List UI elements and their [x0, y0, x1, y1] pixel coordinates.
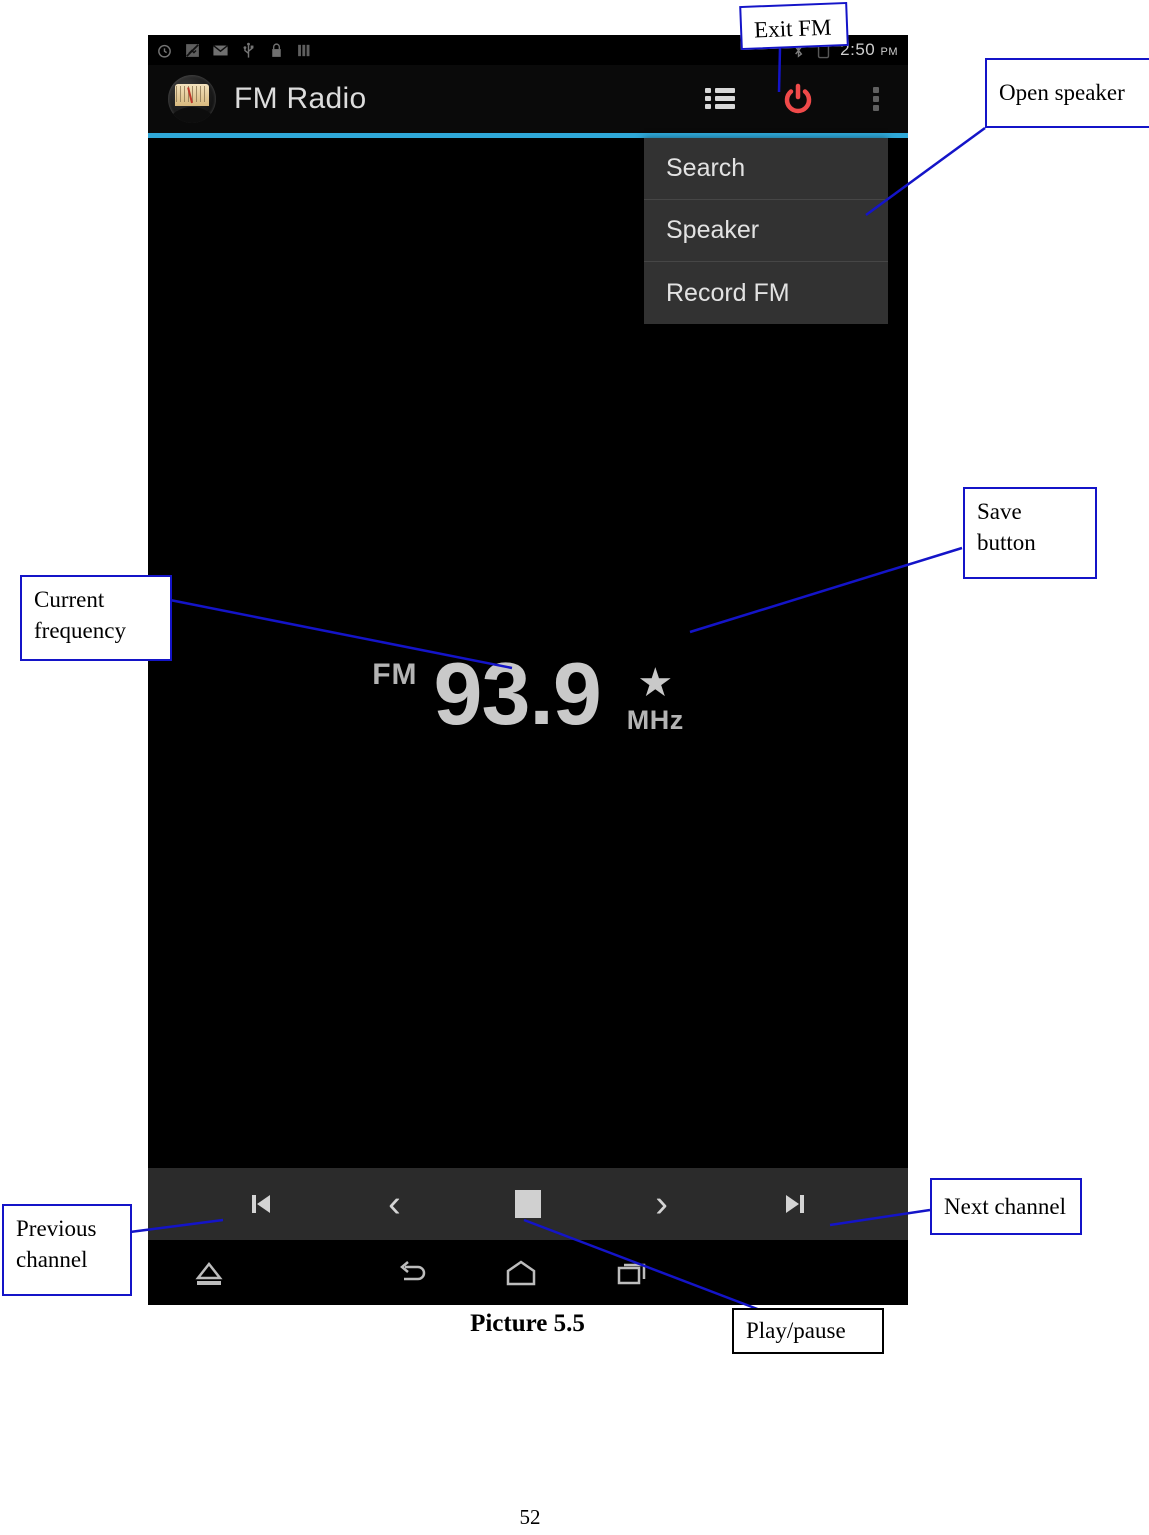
menu-item-speaker[interactable]: Speaker — [644, 200, 888, 262]
status-bar-left-icons — [156, 42, 313, 59]
overflow-dropdown-menu: Search Speaker Record FM — [644, 138, 888, 324]
three-dots-icon — [872, 85, 880, 113]
nav-eject-button[interactable] — [190, 1258, 228, 1288]
no-sim-icon — [184, 42, 201, 59]
alarm-clock-icon — [156, 42, 173, 59]
stop-square-icon — [514, 1190, 541, 1218]
seek-up-button[interactable]: › — [631, 1178, 693, 1230]
nav-back-button[interactable] — [394, 1258, 432, 1288]
page-number: 52 — [519, 1505, 541, 1529]
android-navigation-bar — [148, 1240, 908, 1305]
chevron-right-icon: › — [655, 1183, 668, 1225]
callout-save-button: Save button — [963, 487, 1097, 579]
callout-save-line2: button — [977, 530, 1036, 556]
previous-channel-button[interactable] — [230, 1178, 292, 1230]
overflow-menu-button[interactable] — [858, 79, 894, 119]
seek-down-button[interactable]: ‹ — [363, 1178, 425, 1230]
callout-play-pause: Play/pause — [732, 1308, 884, 1354]
list-icon — [705, 87, 735, 111]
unit-and-save: ★ MHz — [627, 663, 684, 736]
phone-screenshot: 2:50 PM FM Radio FM 93.9 ★ MHz Search Sp… — [148, 35, 908, 1305]
home-icon — [506, 1259, 536, 1285]
app-action-bar: FM Radio — [148, 65, 908, 133]
power-icon — [781, 82, 815, 116]
callout-exit-fm: Exit FM — [739, 1, 849, 51]
nav-home-button[interactable] — [500, 1258, 542, 1288]
recent-apps-icon — [617, 1263, 646, 1284]
next-channel-button[interactable] — [764, 1178, 826, 1230]
action-bar-buttons — [702, 79, 894, 119]
menu-item-record-fm[interactable]: Record FM — [644, 262, 888, 324]
nav-recents-button[interactable] — [614, 1258, 654, 1288]
band-label: FM — [372, 658, 418, 691]
back-arrow-icon — [400, 1260, 426, 1280]
power-exit-button[interactable] — [780, 79, 816, 119]
usb-icon — [240, 42, 257, 59]
player-control-bar: ‹ › — [148, 1168, 908, 1240]
skip-previous-icon — [251, 1195, 270, 1213]
menu-item-search[interactable]: Search — [644, 138, 888, 200]
save-star-icon[interactable]: ★ — [637, 663, 673, 703]
chevron-left-icon: ‹ — [388, 1183, 401, 1225]
status-bar-clock: 2:50 PM — [840, 40, 898, 59]
app-title: FM Radio — [234, 82, 367, 115]
frequency-unit-label: MHz — [626, 705, 684, 735]
callout-current-frequency: Current frequency — [20, 575, 172, 661]
fm-radio-dial-logo — [168, 75, 216, 123]
callout-prev-line1: Previous — [16, 1216, 97, 1241]
email-icon — [212, 42, 229, 59]
callout-open-speaker: Open speaker — [985, 58, 1149, 128]
callout-previous-channel: Previous channel — [2, 1204, 132, 1296]
lock-icon — [268, 42, 285, 59]
current-frequency-value: 93.9 — [433, 644, 602, 743]
figure-caption: Picture 5.5 — [470, 1310, 585, 1337]
callout-prev-line2: channel — [16, 1247, 88, 1273]
callout-freq-line1: Current — [34, 587, 105, 612]
skip-next-icon — [786, 1195, 805, 1213]
eject-icon — [195, 1261, 223, 1285]
signal-bars-icon — [296, 42, 313, 59]
play-pause-button[interactable] — [497, 1178, 559, 1230]
callout-freq-line2: frequency — [34, 618, 126, 644]
callout-save-line1: Save — [977, 499, 1022, 524]
callout-next-channel: Next channel — [930, 1178, 1082, 1235]
frequency-display: FM 93.9 ★ MHz — [148, 628, 908, 738]
channel-list-button[interactable] — [702, 79, 738, 119]
